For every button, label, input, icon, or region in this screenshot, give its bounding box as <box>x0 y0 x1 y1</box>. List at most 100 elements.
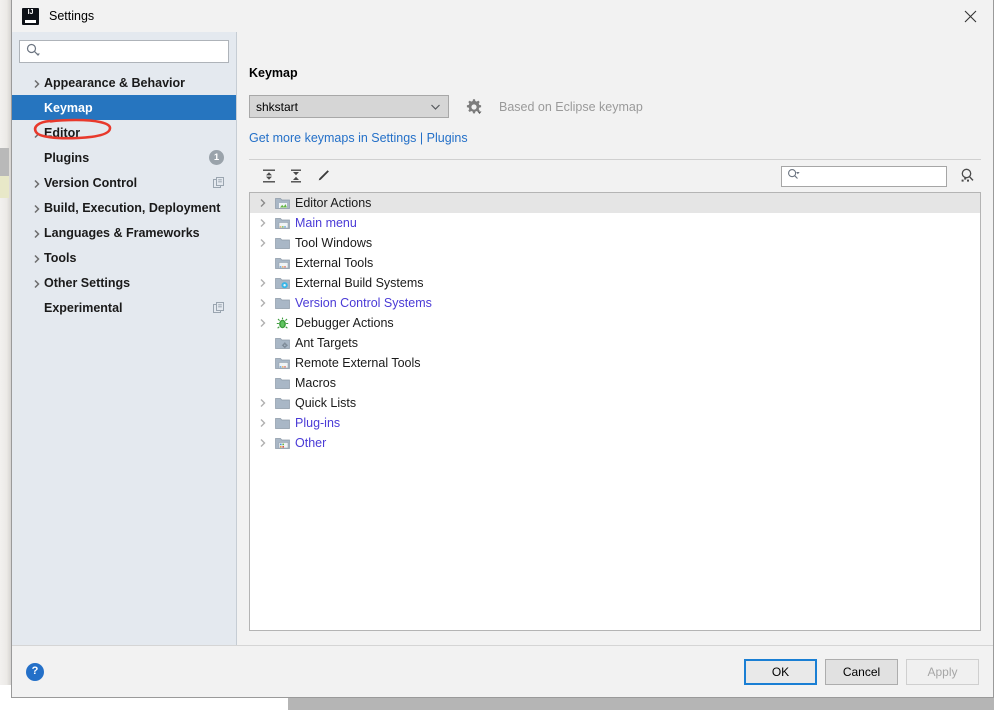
sidebar-item-list: Appearance & Behavior Keymap Editor Plug… <box>12 69 236 645</box>
chevron-right-icon <box>32 78 42 88</box>
tree-row[interactable]: Version Control Systems <box>250 293 980 313</box>
tree-no-arrow-spacer <box>256 376 270 390</box>
dialog-title: Settings <box>49 9 95 23</box>
project-scope-icon <box>213 301 225 314</box>
help-question-icon[interactable]: ? <box>26 662 44 681</box>
sidebar-item-label: Languages & Frameworks <box>44 225 200 240</box>
close-icon[interactable] <box>947 0 993 32</box>
tree-row[interactable]: Quick Lists <box>250 393 980 413</box>
debugger-bug-icon <box>274 315 290 331</box>
tree-row-label: Version Control Systems <box>295 296 432 310</box>
tree-row[interactable]: Remote External Tools <box>250 353 980 373</box>
tree-row-label: External Tools <box>295 256 374 270</box>
project-scope-icon <box>213 176 225 189</box>
page-title: Keymap <box>249 66 298 80</box>
folder-external-tools-icon <box>274 255 290 271</box>
dialog-footer: ? OK Cancel Apply <box>12 645 993 697</box>
tree-row-label: Main menu <box>295 216 357 230</box>
sidebar-item-label: Other Settings <box>44 275 131 290</box>
sidebar-search-input[interactable] <box>44 41 228 62</box>
tree-row-label: Tool Windows <box>295 236 373 250</box>
keymap-select-value: shkstart <box>256 99 299 114</box>
chevron-right-icon[interactable] <box>256 316 270 330</box>
chevron-right-icon[interactable] <box>256 416 270 430</box>
tree-no-arrow-spacer <box>256 336 270 350</box>
tree-row[interactable]: Plug-ins <box>250 413 980 433</box>
sidebar-item-version-control[interactable]: Version Control <box>12 170 236 195</box>
intellij-idea-logo-icon <box>22 7 39 25</box>
tree-no-arrow-spacer <box>256 256 270 270</box>
sidebar-item-editor[interactable]: Editor <box>12 120 236 145</box>
folder-icon <box>274 295 290 311</box>
sidebar-item-label: Version Control <box>44 175 138 190</box>
sidebar-item-label: Plugins <box>44 150 90 165</box>
sidebar-item-languages-frameworks[interactable]: Languages & Frameworks <box>12 220 236 245</box>
folder-menu-icon <box>274 215 290 231</box>
get-more-keymaps-link[interactable]: Get more keymaps in Settings | Plugins <box>249 131 981 145</box>
tree-row[interactable]: Debugger Actions <box>250 313 980 333</box>
sidebar-item-label: Tools <box>44 250 77 265</box>
tree-row[interactable]: Macros <box>250 373 980 393</box>
search-dropdown-icon <box>26 43 40 60</box>
tree-row[interactable]: Main menu <box>250 213 980 233</box>
chevron-right-icon <box>32 278 42 288</box>
cancel-button[interactable]: Cancel <box>825 658 898 685</box>
sidebar-item-other-settings[interactable]: Other Settings <box>12 270 236 295</box>
dialog-titlebar: Settings <box>12 0 993 32</box>
tree-row[interactable]: Editor Actions <box>250 193 980 213</box>
tree-row[interactable]: External Build Systems <box>250 273 980 293</box>
sidebar-item-label: Editor <box>44 125 81 140</box>
edit-pencil-icon[interactable] <box>311 164 335 188</box>
tree-row[interactable]: External Tools <box>250 253 980 273</box>
chevron-right-icon[interactable] <box>256 196 270 210</box>
folder-other-icon <box>274 435 290 451</box>
sidebar-search-box[interactable] <box>19 40 229 63</box>
chevron-right-icon <box>32 253 42 263</box>
chevron-right-icon[interactable] <box>256 276 270 290</box>
keymap-actions-tree[interactable]: Editor Actions Main menu Tool Windows Ex… <box>249 192 981 631</box>
tree-row-label: Macros <box>295 376 336 390</box>
dialog-body: Appearance & Behavior Keymap Editor Plug… <box>12 32 993 645</box>
expand-all-icon[interactable] <box>257 164 281 188</box>
keymap-search-box[interactable] <box>781 165 958 187</box>
chevron-right-icon <box>32 203 42 213</box>
keymap-tree-toolbar <box>249 160 981 192</box>
sidebar-item-plugins[interactable]: Plugins 1 <box>12 145 236 170</box>
settings-sidebar: Appearance & Behavior Keymap Editor Plug… <box>12 32 237 645</box>
chevron-right-icon[interactable] <box>256 436 270 450</box>
sidebar-item-label: Build, Execution, Deployment <box>44 200 221 215</box>
tree-row-label: Ant Targets <box>295 336 359 350</box>
settings-dialog: Settings <box>11 0 994 698</box>
folder-icon <box>274 415 290 431</box>
chevron-right-icon <box>32 178 42 188</box>
sidebar-item-experimental[interactable]: Experimental <box>12 295 236 320</box>
keymap-search-input[interactable] <box>803 169 958 183</box>
sidebar-item-keymap[interactable]: Keymap <box>12 95 236 120</box>
chevron-right-icon[interactable] <box>256 396 270 410</box>
folder-icon <box>274 375 290 391</box>
folder-build-icon <box>274 275 290 291</box>
tree-row-label: Quick Lists <box>295 396 357 410</box>
keymap-settings-pane: Keymap shkstart Based on Eclipse keymap … <box>237 32 993 645</box>
keymap-select[interactable]: shkstart <box>249 95 449 118</box>
chevron-right-icon[interactable] <box>256 236 270 250</box>
tree-row[interactable]: Ant Targets <box>250 333 980 353</box>
chevron-right-icon[interactable] <box>256 296 270 310</box>
gear-with-dropdown-icon[interactable] <box>465 98 483 116</box>
apply-button: Apply <box>906 658 979 685</box>
chevron-right-icon[interactable] <box>256 216 270 230</box>
find-by-shortcut-icon[interactable] <box>957 165 979 187</box>
tree-row-label: Debugger Actions <box>295 316 394 330</box>
tree-row[interactable]: Tool Windows <box>250 233 980 253</box>
tree-row-label: Plug-ins <box>295 416 341 430</box>
tree-row[interactable]: Other <box>250 433 980 453</box>
ok-button[interactable]: OK <box>744 658 817 685</box>
sidebar-item-build-execution-deployment[interactable]: Build, Execution, Deployment <box>12 195 236 220</box>
chevron-down-icon <box>430 100 441 114</box>
folder-editor-icon <box>274 195 290 211</box>
sidebar-item-tools[interactable]: Tools <box>12 245 236 270</box>
ide-background-tab-grey <box>0 148 9 176</box>
sidebar-item-appearance-behavior[interactable]: Appearance & Behavior <box>12 70 236 95</box>
collapse-all-icon[interactable] <box>284 164 308 188</box>
tree-row-label: Editor Actions <box>295 196 372 210</box>
